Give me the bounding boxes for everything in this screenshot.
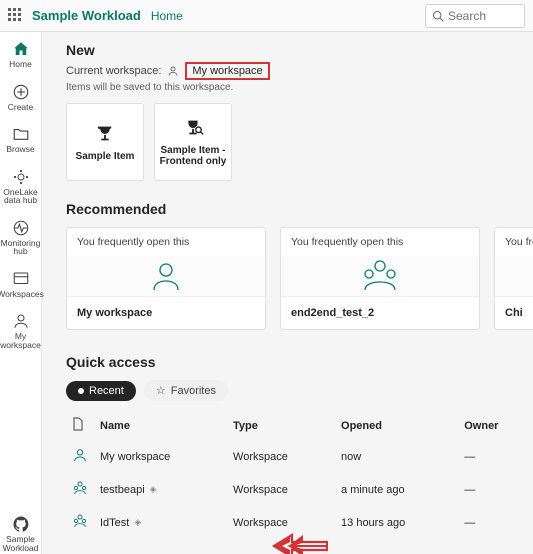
row-owner: — [458,440,533,473]
table-row[interactable]: testbeapi ◈ Workspacea minute ago— [66,473,533,506]
person-icon [12,312,30,330]
diamond-icon: ◈ [134,517,141,528]
folder-icon [12,125,30,143]
person-small-icon [167,65,179,77]
dot-icon [78,388,84,394]
workspaces-icon [12,270,30,288]
trophy-search-icon [182,117,204,139]
col-opened[interactable]: Opened [335,411,458,440]
recommended-card[interactable]: You frequently open this My workspace [66,227,266,330]
current-workspace-line: Current workspace: My workspace [66,62,533,80]
workspace-icon [72,513,88,529]
rail-workspaces[interactable]: Workspaces [0,268,41,301]
col-type[interactable]: Type [227,411,335,440]
row-type: Workspace [227,440,335,473]
recommended-title: Recommended [66,201,533,217]
recommended-card[interactable]: You frequently open this end2end_test_2 [280,227,480,330]
person-icon [72,447,88,463]
quick-access-table: Name Type Opened Owner My workspace Works… [66,411,533,539]
row-type: Workspace [227,473,335,506]
monitor-icon [12,219,30,237]
new-section-hint: Items will be saved to this workspace. [66,82,533,93]
rail-home[interactable]: Home [0,38,41,71]
search-input[interactable] [448,9,518,23]
new-section-title: New [66,42,533,58]
brand-title: Sample Workload [32,8,141,23]
rail-my-workspace[interactable]: My workspace [0,310,41,351]
row-name: IdTest ◈ [100,517,141,529]
quick-access-title: Quick access [66,354,533,370]
recommended-card[interactable]: You frequently open this Chi [494,227,533,330]
top-bar: Sample Workload Home [0,0,533,32]
recommended-row: You frequently open this My workspace Yo… [66,227,533,330]
github-icon [12,515,30,533]
tab-favorites[interactable]: ☆Favorites [144,380,228,401]
breadcrumb-home[interactable]: Home [151,9,183,23]
workspace-group-art-icon [281,256,479,296]
search-box[interactable] [425,4,525,28]
search-icon [432,10,444,22]
row-opened: now [335,440,458,473]
new-item-sample-frontend[interactable]: Sample Item - Frontend only [154,103,232,181]
row-name: My workspace [100,451,170,463]
star-icon: ☆ [156,384,166,397]
row-owner: — [458,506,533,539]
workspace-icon [72,480,88,496]
trophy-icon [94,123,116,145]
home-icon [12,40,30,58]
row-name: testbeapi ◈ [100,484,157,496]
plus-circle-icon [12,83,30,101]
new-item-sample[interactable]: Sample Item [66,103,144,181]
row-owner: — [458,473,533,506]
annotation-arrow-icon [272,532,328,554]
diamond-icon: ◈ [150,484,157,495]
tab-recent[interactable]: Recent [66,381,136,401]
table-row[interactable]: My workspace Workspacenow— [66,440,533,473]
datahub-icon [12,168,30,186]
col-name[interactable]: Name [94,411,227,440]
doc-icon [72,417,84,431]
rail-monitoring[interactable]: Monitoring hub [0,217,41,258]
rail-browse[interactable]: Browse [0,123,41,156]
col-owner[interactable]: Owner [458,411,533,440]
row-opened: a minute ago [335,473,458,506]
current-workspace-chip[interactable]: My workspace [185,62,269,80]
app-launcher-icon[interactable] [8,8,24,24]
rail-create[interactable]: Create [0,81,41,114]
workspace-art-icon [67,256,265,296]
left-rail: Home Create Browse OneLake data hub Moni… [0,32,42,554]
col-icon [66,411,94,440]
rail-onelake-datahub[interactable]: OneLake data hub [0,166,41,207]
rail-github[interactable]: Sample Workload [0,513,41,554]
main-content: New Current workspace: My workspace Item… [42,32,533,554]
row-opened: 13 hours ago [335,506,458,539]
